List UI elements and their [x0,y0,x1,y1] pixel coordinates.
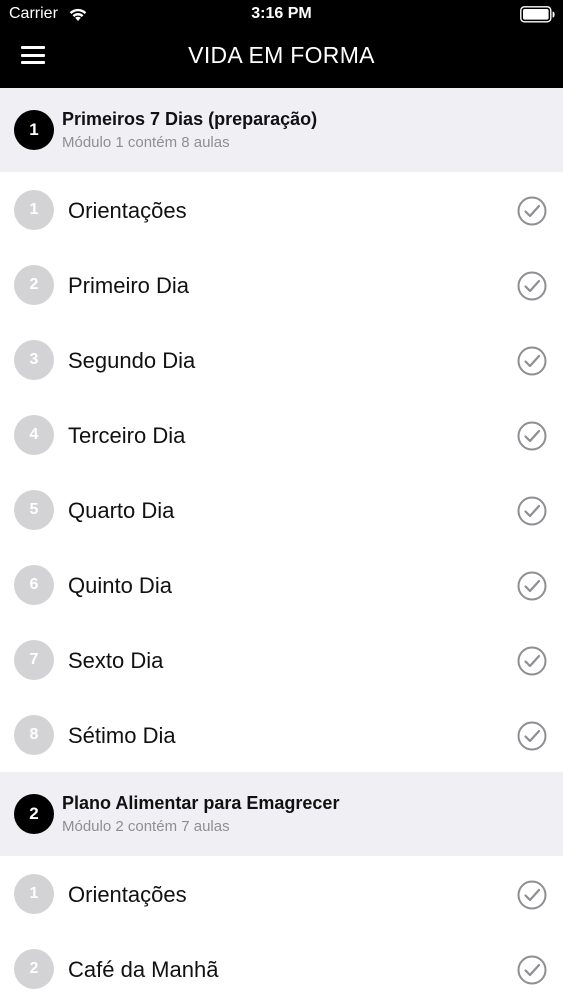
check-circle-icon [517,196,547,226]
lesson-number-badge: 6 [14,565,54,605]
status-bar: Carrier 3:16 PM [0,0,563,30]
lesson-row[interactable]: 5 Quarto Dia [0,472,563,547]
lesson-row[interactable]: 1 Orientações [0,856,563,931]
page-title: VIDA EM FORMA [188,42,375,68]
lesson-title: Orientações [68,198,187,223]
lesson-title: Quarto Dia [68,498,175,523]
check-circle-icon [517,880,547,910]
lesson-number-badge: 3 [14,340,54,380]
lesson-row[interactable]: 2 Primeiro Dia [0,247,563,322]
status-time: 3:16 PM [251,5,312,22]
module-number-badge: 2 [14,794,54,834]
lesson-number-badge: 7 [14,640,54,680]
module-header[interactable]: 1 Primeiros 7 Dias (preparação) Módulo 1… [0,88,563,172]
lesson-row[interactable]: 8 Sétimo Dia [0,697,563,772]
lesson-title: Primeiro Dia [68,273,190,298]
module-number-badge: 1 [14,110,54,150]
lesson-number-badge: 4 [14,415,54,455]
lesson-title: Café da Manhã [68,957,219,982]
lesson-title: Sétimo Dia [68,723,176,748]
module-subtitle: Módulo 2 contém 7 aulas [62,818,230,835]
lesson-number-badge: 5 [14,490,54,530]
lesson-number-badge: 1 [14,874,54,914]
check-circle-icon [517,646,547,676]
lesson-title: Quinto Dia [68,573,172,598]
module-header[interactable]: 2 Plano Alimentar para Emagrecer Módulo … [0,772,563,856]
lesson-row[interactable]: 2 Café da Manhã [0,931,563,1000]
lesson-row[interactable]: 3 Segundo Dia [0,322,563,397]
lesson-row[interactable]: 4 Terceiro Dia [0,397,563,472]
module-title: Primeiros 7 Dias (preparação) [62,109,318,129]
lesson-number-badge: 1 [14,190,54,230]
lesson-row[interactable]: 7 Sexto Dia [0,622,563,697]
check-circle-icon [517,955,547,985]
navigation-bar: VIDA EM FORMA [0,30,563,88]
check-circle-icon [517,571,547,601]
check-circle-icon [517,421,547,451]
check-circle-icon [517,271,547,301]
module-subtitle: Módulo 1 contém 8 aulas [62,134,230,151]
lesson-title: Segundo Dia [68,348,196,373]
lesson-title: Terceiro Dia [68,423,186,448]
lesson-number-badge: 2 [14,949,54,989]
module-list[interactable]: 1 Primeiros 7 Dias (preparação) Módulo 1… [0,88,563,1000]
check-circle-icon [517,721,547,751]
lesson-title: Sexto Dia [68,648,164,673]
module-title: Plano Alimentar para Emagrecer [62,793,340,813]
lesson-row[interactable]: 1 Orientações [0,172,563,247]
lesson-title: Orientações [68,882,187,907]
lesson-number-badge: 2 [14,265,54,305]
battery-icon [520,6,555,23]
check-circle-icon [517,346,547,376]
check-circle-icon [517,496,547,526]
lesson-number-badge: 8 [14,715,54,755]
lesson-row[interactable]: 6 Quinto Dia [0,547,563,622]
